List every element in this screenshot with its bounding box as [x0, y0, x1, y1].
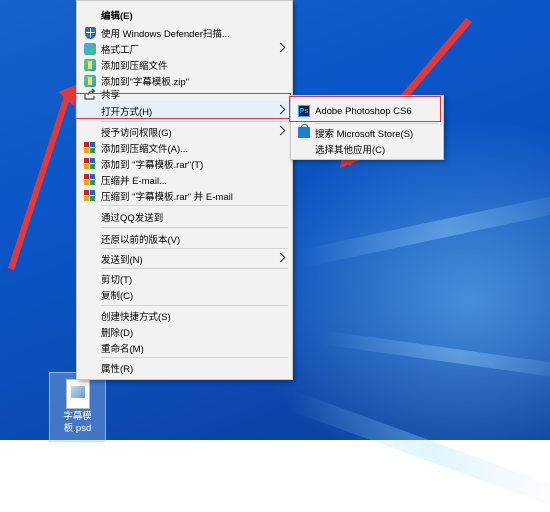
menu-item-rar-compress-named-email[interactable]: 压缩到 "字幕模板.rar" 并 E-mail [77, 186, 292, 206]
menu-item-copy[interactable]: 复制(C) [77, 285, 292, 305]
chevron-right-icon [275, 104, 286, 115]
menu-item-rename[interactable]: 重命名(M) [77, 338, 292, 358]
menu-item-edit[interactable]: 编辑(E) [77, 5, 292, 25]
menu-item-label: 还原以前的版本(V) [101, 235, 181, 246]
chevron-right-icon [275, 252, 286, 263]
winrar-icon [84, 190, 96, 202]
psd-file-icon [66, 379, 90, 409]
menu-item-properties[interactable]: 属性(R) [77, 358, 292, 378]
submenu-item-label: 搜索 Microsoft Store(S) [315, 128, 414, 140]
menu-item-label: 创建快捷方式(S) [101, 312, 171, 323]
menu-item-label: 授予访问权限(G) [101, 128, 172, 139]
zip-icon [84, 59, 96, 71]
menu-item-send-via-qq[interactable]: 通过QQ发送到 [77, 207, 292, 227]
menu-item-label: 打开方式(H) [101, 107, 153, 118]
menu-item-open-with[interactable]: 打开方式(H) [77, 101, 292, 121]
format-factory-icon [84, 43, 96, 55]
winrar-icon [84, 158, 96, 170]
menu-item-send-to[interactable]: 发送到(N) [77, 249, 292, 269]
desktop-file-psd[interactable]: 字幕模板.psd [49, 372, 106, 442]
shield-icon [84, 27, 96, 39]
chevron-right-icon [275, 42, 286, 53]
menu-item-label: 压缩并 E-mail... [101, 176, 167, 187]
submenu-item-microsoft-store[interactable]: 搜索 Microsoft Store(S) [291, 124, 443, 141]
menu-item-label: 使用 Windows Defender扫描... [101, 29, 230, 40]
open-with-submenu: Ps Adobe Photoshop CS6 搜索 Microsoft Stor… [290, 95, 444, 160]
menu-separator [101, 227, 288, 228]
menu-item-label: 压缩到 "字幕模板.rar" 并 E-mail [101, 192, 233, 203]
microsoft-store-icon [298, 124, 310, 139]
desktop-file-name: 字幕模板.psd [63, 411, 92, 434]
chevron-right-icon [275, 125, 286, 136]
menu-item-label: 通过QQ发送到 [101, 213, 164, 224]
photoshop-icon: Ps [298, 105, 310, 117]
menu-item-label: 添加到 "字幕模板.rar"(T) [101, 160, 204, 171]
menu-item-label: 添加到压缩文件(A)... [101, 144, 189, 155]
menu-item-restore-previous[interactable]: 还原以前的版本(V) [77, 229, 292, 249]
menu-item-label: 剪切(T) [101, 275, 133, 286]
submenu-item-label: 选择其他应用(C) [315, 144, 386, 156]
submenu-item-choose-other-app[interactable]: 选择其他应用(C) [291, 140, 443, 157]
menu-separator [101, 205, 288, 206]
menu-item-label: 删除(D) [101, 328, 134, 339]
winrar-icon [84, 174, 96, 186]
menu-item-label: 添加到压缩文件 [101, 61, 168, 72]
submenu-item-photoshop[interactable]: Ps Adobe Photoshop CS6 [291, 100, 443, 122]
menu-item-label: 复制(C) [101, 291, 134, 302]
menu-item-label: 属性(R) [101, 364, 134, 375]
menu-item-label: 重命名(M) [101, 344, 144, 355]
share-icon [84, 88, 96, 100]
menu-item-label: 发送到(N) [101, 255, 143, 266]
submenu-item-label: Adobe Photoshop CS6 [315, 105, 412, 117]
menu-item-label: 格式工厂 [101, 45, 140, 56]
menu-item-label: 编辑(E) [101, 11, 133, 22]
context-menu: 编辑(E) 使用 Windows Defender扫描... 格式工厂 添加到压… [76, 0, 293, 380]
menu-item-label: 共享 [101, 90, 121, 101]
winrar-icon [84, 142, 96, 154]
